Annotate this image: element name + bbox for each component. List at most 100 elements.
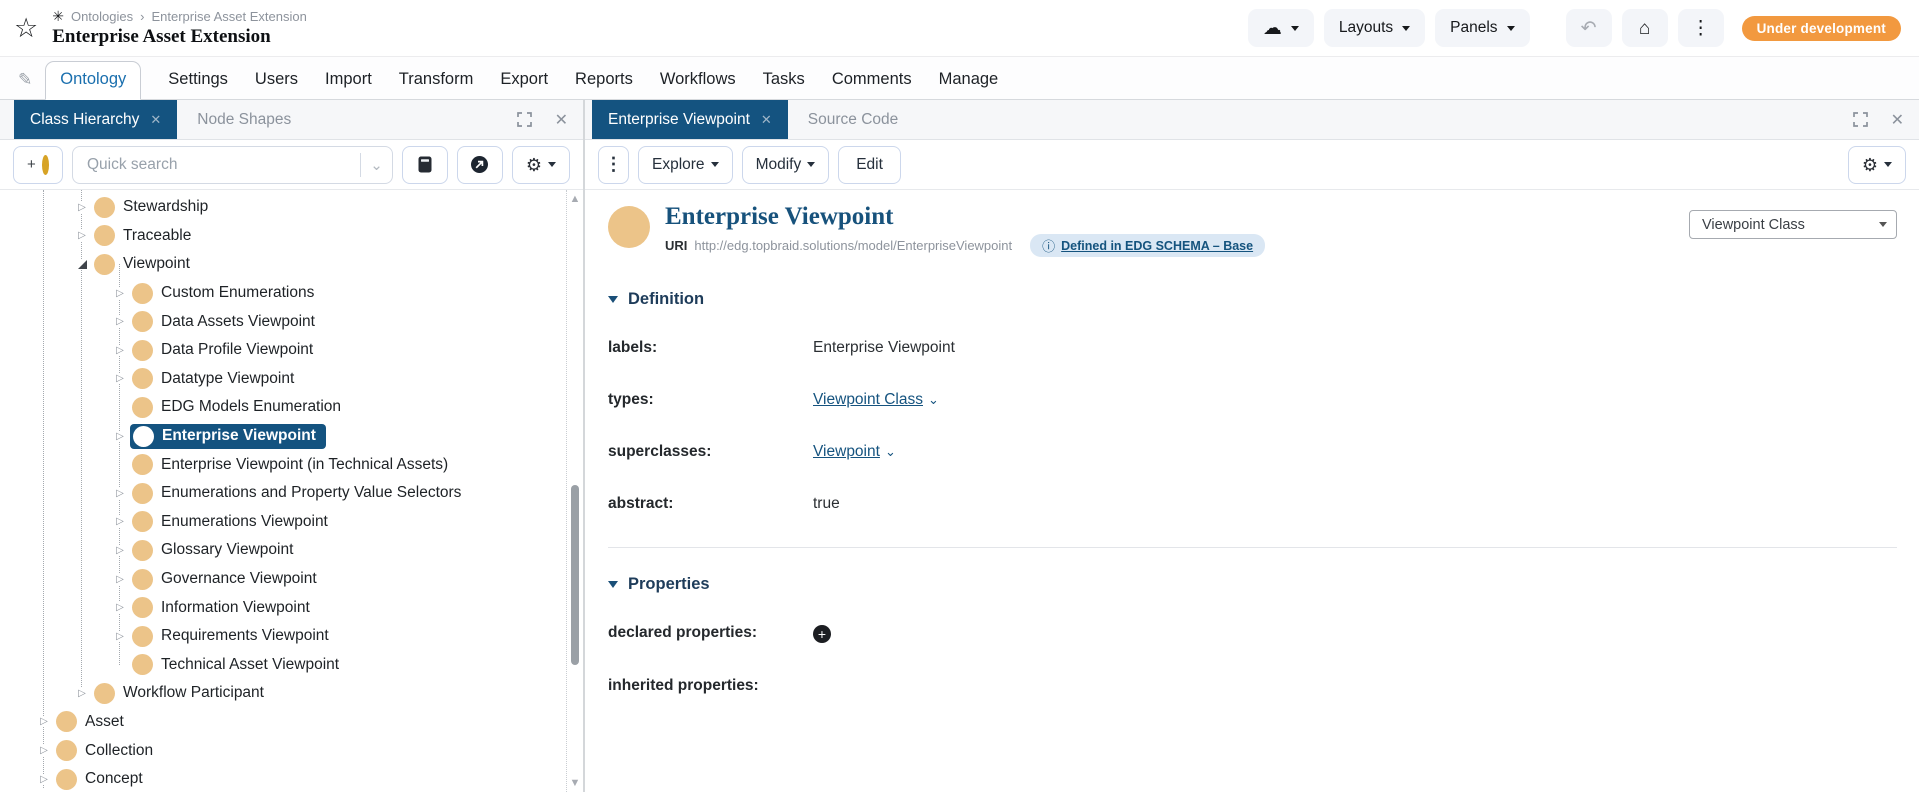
tree-row-viewpoint[interactable]: Viewpoint — [0, 250, 583, 279]
tree-row-information-viewpoint[interactable]: ▷ Information Viewpoint — [0, 593, 583, 622]
menu-item-import[interactable]: Import — [325, 70, 372, 99]
search-chevron-icon[interactable]: ⌄ — [370, 156, 383, 174]
menu-item-workflows[interactable]: Workflows — [660, 70, 736, 99]
tree-node[interactable]: Enumerations and Property Value Selector… — [132, 483, 461, 504]
search-input[interactable] — [87, 156, 351, 174]
edit-button[interactable]: Edit — [838, 146, 901, 184]
close-panel-icon[interactable]: ✕ — [555, 110, 568, 130]
tree-row-governance-viewpoint[interactable]: ▷Governance Viewpoint — [0, 565, 583, 594]
tree-node[interactable]: Enumerations Viewpoint — [132, 511, 328, 532]
menu-item-tasks[interactable]: Tasks — [763, 70, 805, 99]
explore-button[interactable]: Explore — [638, 146, 733, 184]
tree-row-enterprise-viewpoint[interactable]: ▷Enterprise Viewpoint — [0, 422, 583, 451]
layouts-button[interactable]: Layouts — [1324, 9, 1425, 47]
tree-row-data-assets-viewpoint[interactable]: ▷Data Assets Viewpoint — [0, 307, 583, 336]
form-kebab-button[interactable]: ⋮ — [598, 146, 629, 184]
tree-row-enumerations-viewpoint[interactable]: ▷ Enumerations Viewpoint — [0, 508, 583, 537]
expand-node-icon[interactable]: ▷ — [112, 631, 128, 642]
expand-node-icon[interactable]: ▷ — [112, 345, 128, 356]
dictionary-button[interactable] — [402, 146, 448, 184]
tree-node[interactable]: Information Viewpoint — [132, 597, 310, 618]
tree-node[interactable]: Viewpoint — [94, 254, 190, 275]
tree-node[interactable]: Requirements Viewpoint — [132, 626, 329, 647]
close-tab-icon[interactable]: ✕ — [761, 112, 772, 128]
menu-item-reports[interactable]: Reports — [575, 70, 633, 99]
tree-node[interactable]: Workflow Participant — [94, 683, 264, 704]
undo-button[interactable]: ↶ — [1566, 9, 1612, 47]
defined-in-link[interactable]: Defined in EDG SCHEMA – Base — [1061, 239, 1253, 253]
tree-node[interactable]: Collection — [56, 740, 153, 761]
collapse-node-icon[interactable] — [74, 260, 90, 269]
panels-button[interactable]: Panels — [1435, 9, 1529, 47]
tree-node[interactable]: Data Assets Viewpoint — [132, 311, 315, 332]
section-collapse-icon[interactable] — [608, 296, 618, 303]
maximize-panel-icon[interactable] — [517, 112, 532, 127]
expand-node-icon[interactable]: ▷ — [112, 373, 128, 384]
scrollbar-thumb[interactable] — [571, 485, 579, 665]
expand-node-icon[interactable]: ▷ — [36, 716, 52, 727]
tree-row-asset[interactable]: ▷ Asset — [0, 708, 583, 737]
tree-row-workflow-participant[interactable]: ▷ Workflow Participant — [0, 679, 583, 708]
expand-node-icon[interactable]: ▷ — [74, 202, 90, 213]
tree-node[interactable]: Glossary Viewpoint — [132, 540, 293, 561]
tab-node-shapes[interactable]: Node Shapes — [177, 100, 311, 139]
edit-pencil-icon[interactable]: ✎ — [18, 70, 32, 90]
close-tab-icon[interactable]: ✕ — [150, 112, 161, 128]
tree-row-collection[interactable]: ▷Collection — [0, 736, 583, 765]
expand-node-icon[interactable]: ▷ — [112, 602, 128, 613]
tree-row-data-profile-viewpoint[interactable]: ▷ Data Profile Viewpoint — [0, 336, 583, 365]
resource-link-viewpoint[interactable]: Viewpoint — [813, 443, 880, 460]
workflow-status-badge[interactable]: Under development — [1742, 16, 1901, 41]
tab-enterprise-viewpoint[interactable]: Enterprise Viewpoint✕ — [592, 100, 788, 139]
expand-node-icon[interactable]: ▷ — [112, 516, 128, 527]
locate-resource-button[interactable] — [457, 146, 503, 184]
favorite-star-icon[interactable]: ☆ — [14, 15, 38, 42]
menu-item-ontology[interactable]: Ontology — [45, 61, 141, 100]
tree-node[interactable]: Enterprise Viewpoint — [130, 424, 326, 449]
tree-row-edg-models-enumeration[interactable]: EDG Models Enumeration — [0, 393, 583, 422]
close-panel-icon[interactable]: ✕ — [1891, 110, 1904, 130]
section-heading-definition[interactable]: Definition — [608, 290, 1919, 309]
tree-row-datatype-viewpoint[interactable]: ▷ Datatype Viewpoint — [0, 365, 583, 394]
tree-node[interactable]: Asset — [56, 711, 124, 732]
expand-node-icon[interactable]: ▷ — [74, 688, 90, 699]
tree-node[interactable]: Traceable — [94, 225, 191, 246]
tree-node[interactable]: Enterprise Viewpoint (in Technical Asset… — [132, 454, 448, 475]
menu-item-export[interactable]: Export — [500, 70, 548, 99]
menu-item-comments[interactable]: Comments — [832, 70, 912, 99]
tree-row-enterprise-viewpoint-in-technical-assets[interactable]: Enterprise Viewpoint (in Technical Asset… — [0, 450, 583, 479]
chevron-down-icon[interactable]: ⌄ — [928, 392, 939, 408]
viewpoint-class-select[interactable]: Viewpoint Class — [1689, 210, 1897, 239]
scroll-up-icon[interactable]: ▲ — [567, 193, 583, 205]
expand-node-icon[interactable]: ▷ — [112, 488, 128, 499]
menu-item-manage[interactable]: Manage — [939, 70, 999, 99]
tree-node[interactable]: Stewardship — [94, 197, 208, 218]
expand-node-icon[interactable]: ▷ — [74, 230, 90, 241]
section-heading-properties[interactable]: Properties — [608, 575, 1919, 594]
tree-node[interactable]: Datatype Viewpoint — [132, 368, 294, 389]
expand-node-icon[interactable]: ▷ — [112, 288, 128, 299]
home-button[interactable]: ⌂ — [1622, 9, 1668, 47]
expand-node-icon[interactable]: ▷ — [112, 574, 128, 585]
tree-node[interactable]: Data Profile Viewpoint — [132, 340, 313, 361]
menu-item-users[interactable]: Users — [255, 70, 298, 99]
add-class-button[interactable]: + — [13, 146, 63, 184]
tree-row-glossary-viewpoint[interactable]: ▷ Glossary Viewpoint — [0, 536, 583, 565]
scroll-down-icon[interactable]: ▼ — [567, 777, 583, 789]
right-panel-settings-button[interactable]: ⚙ — [1848, 146, 1906, 184]
tab-source-code[interactable]: Source Code — [788, 100, 918, 139]
tree-row-concept[interactable]: ▷Concept — [0, 765, 583, 792]
expand-node-icon[interactable]: ▷ — [36, 774, 52, 785]
tree-row-enumerations-and-property-value-selectors[interactable]: ▷ Enumerations and Property Value Selecto… — [0, 479, 583, 508]
maximize-panel-icon[interactable] — [1853, 112, 1868, 127]
modify-button[interactable]: Modify — [742, 146, 830, 184]
breadcrumb-root[interactable]: Ontologies — [71, 9, 133, 24]
tree-row-technical-asset-viewpoint[interactable]: Technical Asset Viewpoint — [0, 651, 583, 680]
tree-node[interactable]: Technical Asset Viewpoint — [132, 654, 339, 675]
chevron-down-icon[interactable]: ⌄ — [885, 444, 896, 460]
cloud-menu-button[interactable]: ☁ — [1248, 9, 1314, 47]
tab-class-hierarchy[interactable]: Class Hierarchy✕ — [14, 100, 177, 139]
tree-node[interactable]: EDG Models Enumeration — [132, 397, 341, 418]
menu-item-settings[interactable]: Settings — [168, 70, 228, 99]
expand-node-icon[interactable]: ▷ — [112, 545, 128, 556]
